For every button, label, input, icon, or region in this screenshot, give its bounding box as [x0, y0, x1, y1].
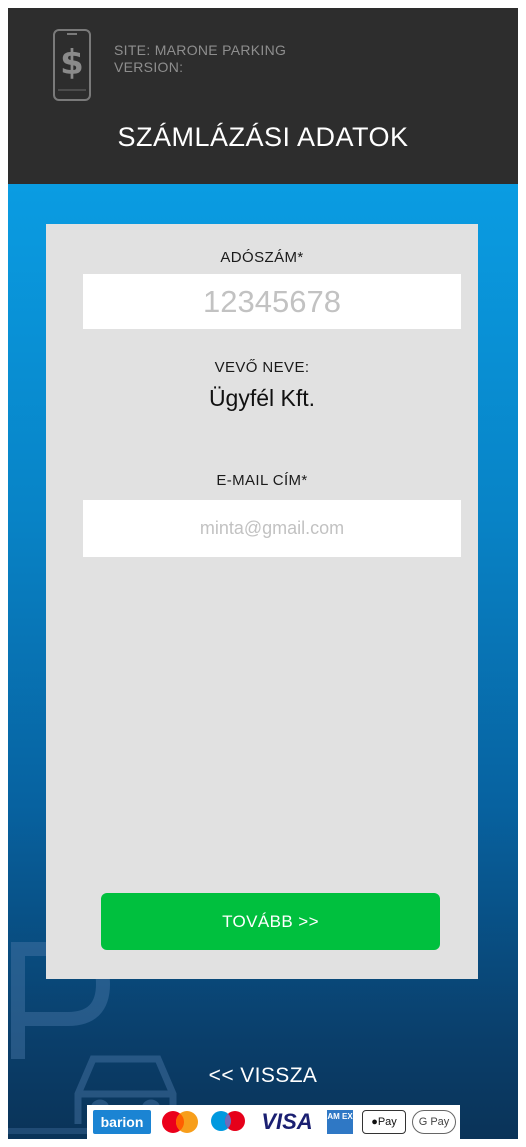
dollar-phone-logo-icon: $	[53, 29, 91, 101]
buyer-name-value: Ügyfél Kft.	[208, 385, 316, 411]
next-button[interactable]: TOVÁBB >>	[101, 893, 440, 950]
buyer-name-label: VEVŐ NEVE:	[214, 359, 310, 376]
page-title: SZÁMLÁZÁSI ADATOK	[117, 122, 409, 152]
site-info: SITE: MARONE PARKING VERSION:	[114, 42, 286, 76]
main-area: ADÓSZÁM* VEVŐ NEVE: Ügyfél Kft. E-MAIL C…	[8, 184, 518, 1139]
app-frame: $ SITE: MARONE PARKING VERSION: SZÁMLÁZÁ…	[8, 8, 518, 1139]
email-label: E-MAIL CÍM*	[216, 472, 308, 489]
header: $ SITE: MARONE PARKING VERSION: SZÁMLÁZÁ…	[8, 8, 518, 184]
google-pay-logo: G Pay	[412, 1110, 456, 1134]
mastercard-icon	[162, 1111, 198, 1133]
maestro-icon	[211, 1111, 245, 1131]
billing-form-card: ADÓSZÁM* VEVŐ NEVE: Ügyfél Kft. E-MAIL C…	[46, 224, 478, 979]
payment-methods-strip: barion VISA AM EX ●Pay G Pay	[87, 1105, 460, 1139]
site-name: SITE: MARONE PARKING	[114, 42, 287, 58]
version-label: VERSION:	[114, 59, 184, 75]
apple-pay-logo: ●Pay	[362, 1110, 406, 1134]
apple-pay-label: Pay	[377, 1116, 397, 1128]
apple-icon: ●	[371, 1116, 378, 1128]
barion-logo: barion	[93, 1110, 151, 1134]
back-link[interactable]: << VISSZA	[8, 1064, 518, 1088]
svg-text:$: $	[60, 43, 84, 83]
visa-logo: VISA	[261, 1109, 313, 1134]
tax-number-label: ADÓSZÁM*	[220, 249, 304, 266]
tax-number-input[interactable]	[83, 274, 461, 329]
email-input[interactable]	[83, 500, 461, 557]
amex-logo: AM EX	[327, 1110, 353, 1134]
